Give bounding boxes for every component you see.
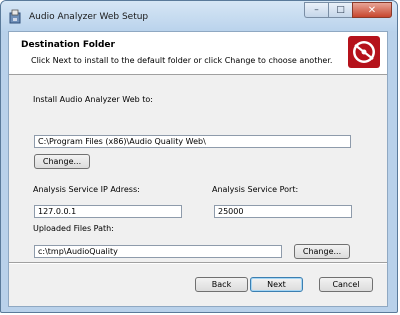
maximize-button[interactable]: □ <box>328 2 352 18</box>
close-button[interactable]: ✕ <box>352 2 392 18</box>
next-button[interactable]: Next <box>250 277 303 292</box>
installer-icon <box>9 9 21 24</box>
setup-window: Audio Analyzer Web Setup – □ ✕ Destinati… <box>0 0 398 313</box>
caption-buttons: – □ ✕ <box>304 2 392 18</box>
service-ip-field[interactable]: 127.0.0.1 <box>34 205 182 218</box>
maximize-icon: □ <box>336 5 345 15</box>
close-icon: ✕ <box>367 4 377 16</box>
change-uploads-path-button[interactable]: Change... <box>294 244 350 259</box>
uploads-path-field[interactable]: c:\tmp\AudioQuality <box>34 245 282 258</box>
banner-description: Click Next to install to the default fol… <box>31 56 333 65</box>
service-port-label: Analysis Service Port: <box>212 185 299 194</box>
cancel-button[interactable]: Cancel <box>319 277 373 292</box>
banner-title: Destination Folder <box>21 40 115 50</box>
install-folder-label: Install Audio Analyzer Web to: <box>33 95 153 104</box>
title-bar[interactable]: Audio Analyzer Web Setup – □ ✕ <box>1 1 397 31</box>
minimize-button[interactable]: – <box>304 2 328 18</box>
banner: Destination Folder Click Next to install… <box>9 32 387 75</box>
back-button[interactable]: Back <box>195 277 248 292</box>
dialog-body: Destination Folder Click Next to install… <box>8 31 388 307</box>
audio-disc-icon <box>348 36 380 68</box>
change-install-path-button[interactable]: Change... <box>34 154 90 169</box>
install-path-field[interactable]: C:\Program Files (x86)\Audio Quality Web… <box>34 135 351 148</box>
footer-separator <box>9 262 387 264</box>
minimize-icon: – <box>314 5 319 15</box>
window-title: Audio Analyzer Web Setup <box>29 12 149 22</box>
uploads-path-label: Uploaded Files Path: <box>33 224 114 233</box>
service-port-field[interactable]: 25000 <box>214 205 352 218</box>
service-ip-label: Analysis Service IP Adress: <box>33 185 140 194</box>
